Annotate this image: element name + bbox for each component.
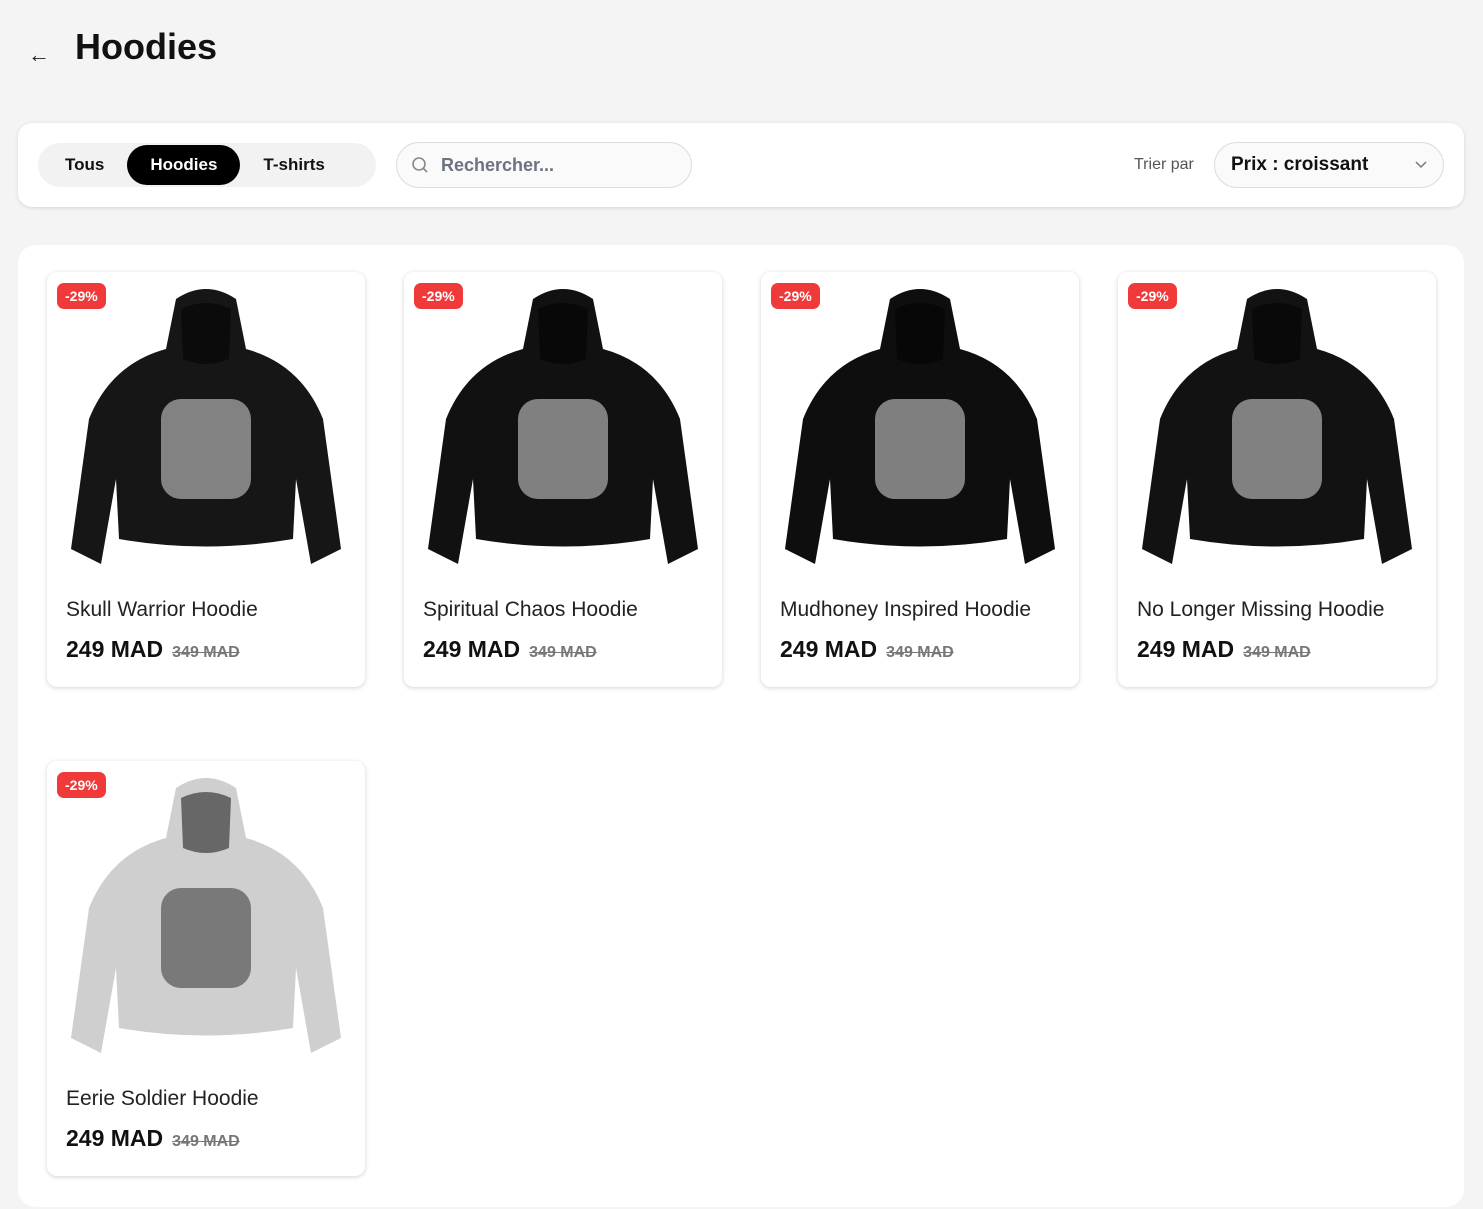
product-old-price: 349 MAD: [172, 644, 240, 661]
product-name: Mudhoney Inspired Hoodie: [780, 598, 1031, 621]
product-price: 249 MAD: [1137, 636, 1235, 662]
category-tabs: Tous Hoodies T-shirts: [38, 143, 376, 187]
product-price: 249 MAD: [66, 636, 164, 662]
product-price: 249 MAD: [423, 636, 521, 662]
discount-badge: -29%: [1128, 283, 1177, 309]
discount-badge: -29%: [414, 283, 463, 309]
back-arrow-icon[interactable]: ←: [28, 42, 50, 68]
product-name: No Longer Missing Hoodie: [1137, 598, 1385, 621]
filter-bar: Tous Hoodies T-shirts Trier par Prix : c…: [18, 123, 1464, 207]
product-image[interactable]: -29%: [47, 272, 365, 574]
hoodie-image: [71, 778, 341, 1053]
product-card[interactable]: -29% Skull Warrior Hoodie 249 MAD 349 MAD: [47, 272, 365, 687]
product-name: Skull Warrior Hoodie: [66, 598, 258, 621]
product-old-price: 349 MAD: [529, 644, 597, 661]
product-price-row: 249 MAD 349 MAD: [761, 626, 1079, 687]
chevron-down-icon: [1415, 161, 1427, 169]
product-card[interactable]: -29% No Longer Missing Hoodie 249 MAD 349…: [1118, 272, 1436, 687]
sort-value: Prix : croissant: [1231, 154, 1369, 175]
product-price-row: 249 MAD 349 MAD: [47, 626, 365, 687]
search-box: [396, 142, 692, 188]
tab-hoodies[interactable]: Hoodies: [127, 145, 241, 185]
tab-tshirts[interactable]: T-shirts: [240, 145, 347, 185]
product-old-price: 349 MAD: [172, 1133, 240, 1150]
sort-label: Trier par: [1134, 156, 1194, 173]
discount-badge: -29%: [57, 283, 106, 309]
discount-badge: -29%: [57, 772, 106, 798]
product-image[interactable]: -29%: [1118, 272, 1436, 574]
product-price: 249 MAD: [66, 1125, 164, 1151]
hoodie-image: [1142, 289, 1412, 564]
product-name: Spiritual Chaos Hoodie: [423, 598, 638, 621]
product-image[interactable]: -29%: [761, 272, 1079, 574]
product-old-price: 349 MAD: [886, 644, 954, 661]
product-card[interactable]: -29% Spiritual Chaos Hoodie 249 MAD 349 M…: [404, 272, 722, 687]
product-card[interactable]: -29% Eerie Soldier Hoodie 249 MAD 349 MAD: [47, 761, 365, 1176]
product-old-price: 349 MAD: [1243, 644, 1311, 661]
hoodie-image: [428, 289, 698, 564]
sort-select[interactable]: Prix : croissant: [1214, 142, 1444, 188]
product-price: 249 MAD: [780, 636, 878, 662]
product-name: Eerie Soldier Hoodie: [66, 1087, 259, 1110]
hoodie-image: [785, 289, 1055, 564]
search-input[interactable]: [441, 154, 661, 176]
product-image[interactable]: -29%: [47, 761, 365, 1063]
product-price-row: 249 MAD 349 MAD: [404, 626, 722, 687]
page-title: Hoodies: [75, 26, 218, 67]
product-price-row: 249 MAD 349 MAD: [47, 1115, 365, 1176]
hoodie-image: [71, 289, 341, 564]
tab-tous[interactable]: Tous: [42, 145, 127, 185]
product-price-row: 249 MAD 349 MAD: [1118, 626, 1436, 687]
product-card[interactable]: -29% Mudhoney Inspired Hoodie 249 MAD 349…: [761, 272, 1079, 687]
product-image[interactable]: -29%: [404, 272, 722, 574]
search-icon: [412, 157, 428, 173]
discount-badge: -29%: [771, 283, 820, 309]
